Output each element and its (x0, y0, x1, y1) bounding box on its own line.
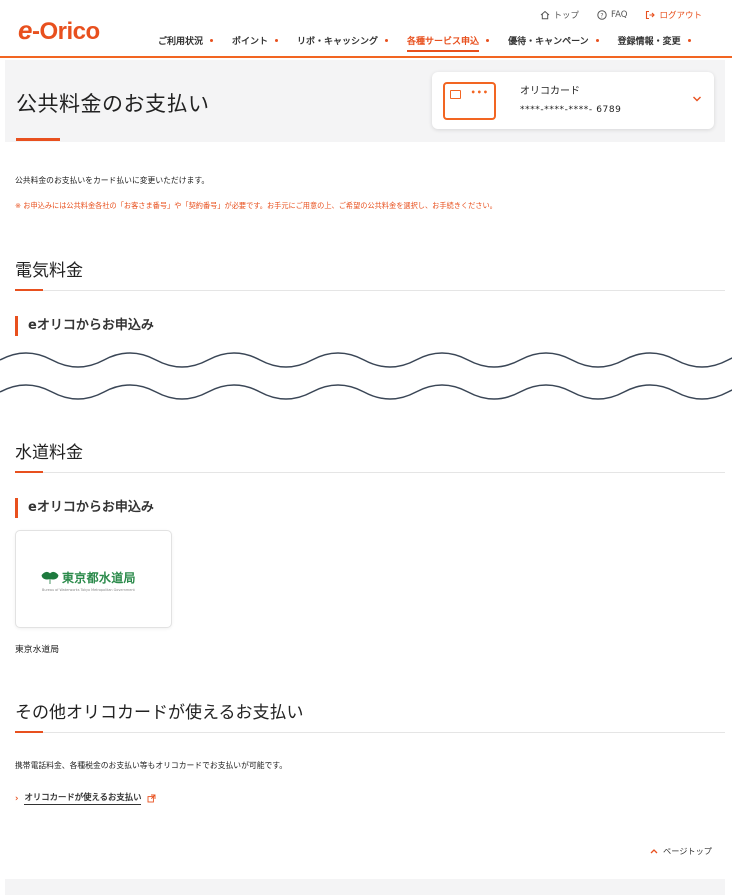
card-name: オリコカード (520, 86, 580, 97)
card-selector[interactable]: ••• オリコカード ****-****-****- 6789 (432, 72, 714, 129)
help-circle-icon: ? (597, 10, 607, 20)
credit-card-icon: ••• (443, 82, 496, 120)
nav-dot (687, 39, 691, 42)
nav-usage-label: ご利用状況 (158, 37, 204, 47)
external-link-icon (148, 794, 156, 802)
card-chip-icon (450, 90, 461, 99)
tokyo-water-label: 東京水道局 (15, 645, 59, 655)
nav-points-label: ポイント (232, 37, 269, 47)
water-title: 水道料金 (15, 443, 83, 463)
section-accent (15, 289, 43, 291)
utility-faq-label: FAQ (611, 10, 628, 20)
page-title: 公共料金のお支払い (16, 92, 210, 116)
card-number: ****-****-****- 6789 (520, 105, 622, 115)
tokyo-water-logo: 東京都水道局 (41, 569, 136, 586)
tokyo-water-logo-text: 東京都水道局 (62, 571, 136, 585)
ginkgo-leaf-icon (41, 571, 59, 584)
utility-top-link[interactable]: トップ (540, 9, 580, 21)
tokyo-water-logo-sub: Bureau of Waterworks Tokyo Metropolitan … (42, 588, 135, 592)
site-header: e-Orico トップ ? FAQ ログアウト ご利用状況 ポイント リボ・キャ… (0, 0, 732, 58)
main-nav: ご利用状況 ポイント リボ・キャッシング 各種サービス申込 優待・キャンペーン … (158, 34, 691, 52)
nav-services-label: 各種サービス申込 (407, 37, 480, 47)
nav-campaigns-label: 優待・キャンペーン (508, 37, 589, 47)
notice-text: ※ お申込みには公共料金各社の「お客さま番号」や「契約番号」が必要です。お手元に… (15, 201, 497, 210)
electricity-subheading: eオリコからお申込み (15, 316, 154, 336)
nav-dot (486, 39, 490, 42)
nav-services[interactable]: 各種サービス申込 (407, 34, 490, 52)
section-divider (15, 732, 725, 733)
title-underline (16, 138, 60, 141)
utility-nav: トップ ? FAQ ログアウト (540, 9, 702, 21)
nav-dot (210, 39, 214, 42)
page-top-label: ページトップ (663, 846, 712, 856)
content-break-waves (0, 352, 732, 400)
home-icon (540, 10, 549, 20)
nav-revo-cashing[interactable]: リボ・キャッシング (297, 34, 389, 47)
logo-e: e (18, 15, 32, 45)
intro-text: 公共料金のお支払いをカード払いに変更いただけます。 (15, 176, 210, 185)
logout-label: ログアウト (659, 11, 702, 21)
logout-icon (646, 10, 656, 20)
nav-dot (275, 39, 279, 42)
svg-text:?: ? (600, 12, 603, 19)
chevron-right-icon: › (15, 793, 19, 803)
tokyo-water-provider-card[interactable]: 東京都水道局 Bureau of Waterworks Tokyo Metrop… (15, 530, 172, 628)
eorico-logo[interactable]: e-Orico (18, 15, 100, 46)
other-payments-link[interactable]: › オリコカードが使えるお支払い (15, 791, 156, 805)
other-payments-text: 携帯電話料金、各種税金のお支払い等もオリコカードでお支払いが可能です。 (15, 761, 288, 770)
chevron-down-icon (693, 96, 701, 102)
card-dots-icon: ••• (470, 88, 489, 97)
other-payments-link-label: オリコカードが使えるお支払い (24, 791, 142, 805)
nav-campaigns[interactable]: 優待・キャンペーン (508, 34, 599, 47)
nav-registration-label: 登録情報・変更 (617, 37, 681, 47)
other-payments-title: その他オリコカードが使えるお支払い (15, 703, 304, 723)
nav-registration[interactable]: 登録情報・変更 (618, 34, 691, 47)
section-divider (15, 472, 725, 473)
nav-points[interactable]: ポイント (232, 34, 279, 47)
chevron-up-icon (650, 849, 658, 854)
footer-band (5, 879, 725, 895)
nav-dot (595, 39, 599, 42)
utility-faq-link[interactable]: ? FAQ (597, 9, 627, 21)
logout-link[interactable]: ログアウト (645, 9, 702, 21)
electricity-title: 電気料金 (15, 261, 83, 281)
section-divider (15, 290, 725, 291)
section-accent (15, 731, 43, 733)
nav-usage[interactable]: ご利用状況 (158, 34, 214, 47)
section-accent (15, 471, 43, 473)
nav-dot (385, 39, 389, 42)
nav-revo-cashing-label: リボ・キャッシング (297, 37, 379, 47)
water-subheading: eオリコからお申込み (15, 498, 154, 518)
logo-text: -Orico (31, 18, 100, 45)
page-top-link[interactable]: ページトップ (650, 845, 712, 857)
utility-top-label: トップ (553, 11, 580, 21)
